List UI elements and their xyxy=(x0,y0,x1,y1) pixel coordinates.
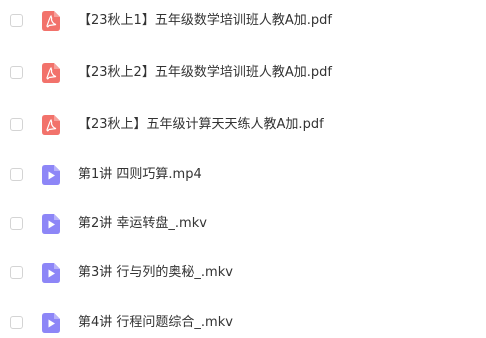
file-name[interactable]: 第2讲 幸运转盘_.mkv xyxy=(78,215,207,233)
pdf-icon xyxy=(42,115,60,135)
file-row[interactable]: 第3讲 行与列的奥秘_.mkv xyxy=(0,258,486,288)
file-row[interactable]: 第1讲 四则巧算.mp4 xyxy=(0,160,486,190)
pdf-icon xyxy=(42,63,60,83)
file-name[interactable]: 第4讲 行程问题综合_.mkv xyxy=(78,314,233,332)
file-checkbox[interactable] xyxy=(10,168,23,181)
file-name[interactable]: 【23秋上】五年级计算天天练人教A加.pdf xyxy=(78,116,324,134)
file-row[interactable]: 第2讲 幸运转盘_.mkv xyxy=(0,209,486,239)
video-icon xyxy=(42,263,60,283)
video-icon xyxy=(42,313,60,333)
file-name[interactable]: 第1讲 四则巧算.mp4 xyxy=(78,166,202,184)
file-row[interactable]: 【23秋上1】五年级数学培训班人教A加.pdf xyxy=(0,6,486,36)
file-row[interactable]: 【23秋上2】五年级数学培训班人教A加.pdf xyxy=(0,58,486,88)
video-icon xyxy=(42,165,60,185)
file-checkbox[interactable] xyxy=(10,14,23,27)
file-name[interactable]: 【23秋上1】五年级数学培训班人教A加.pdf xyxy=(78,12,332,30)
file-row[interactable]: 第4讲 行程问题综合_.mkv xyxy=(0,308,486,338)
file-checkbox[interactable] xyxy=(10,266,23,279)
file-name[interactable]: 第3讲 行与列的奥秘_.mkv xyxy=(78,264,233,282)
file-checkbox[interactable] xyxy=(10,66,23,79)
file-checkbox[interactable] xyxy=(10,316,23,329)
file-name[interactable]: 【23秋上2】五年级数学培训班人教A加.pdf xyxy=(78,64,332,82)
file-checkbox[interactable] xyxy=(10,118,23,131)
file-row[interactable]: 【23秋上】五年级计算天天练人教A加.pdf xyxy=(0,110,486,140)
pdf-icon xyxy=(42,11,60,31)
video-icon xyxy=(42,214,60,234)
file-list: 【23秋上1】五年级数学培训班人教A加.pdf 【23秋上2】五年级数学培训班人… xyxy=(0,0,486,333)
file-checkbox[interactable] xyxy=(10,217,23,230)
